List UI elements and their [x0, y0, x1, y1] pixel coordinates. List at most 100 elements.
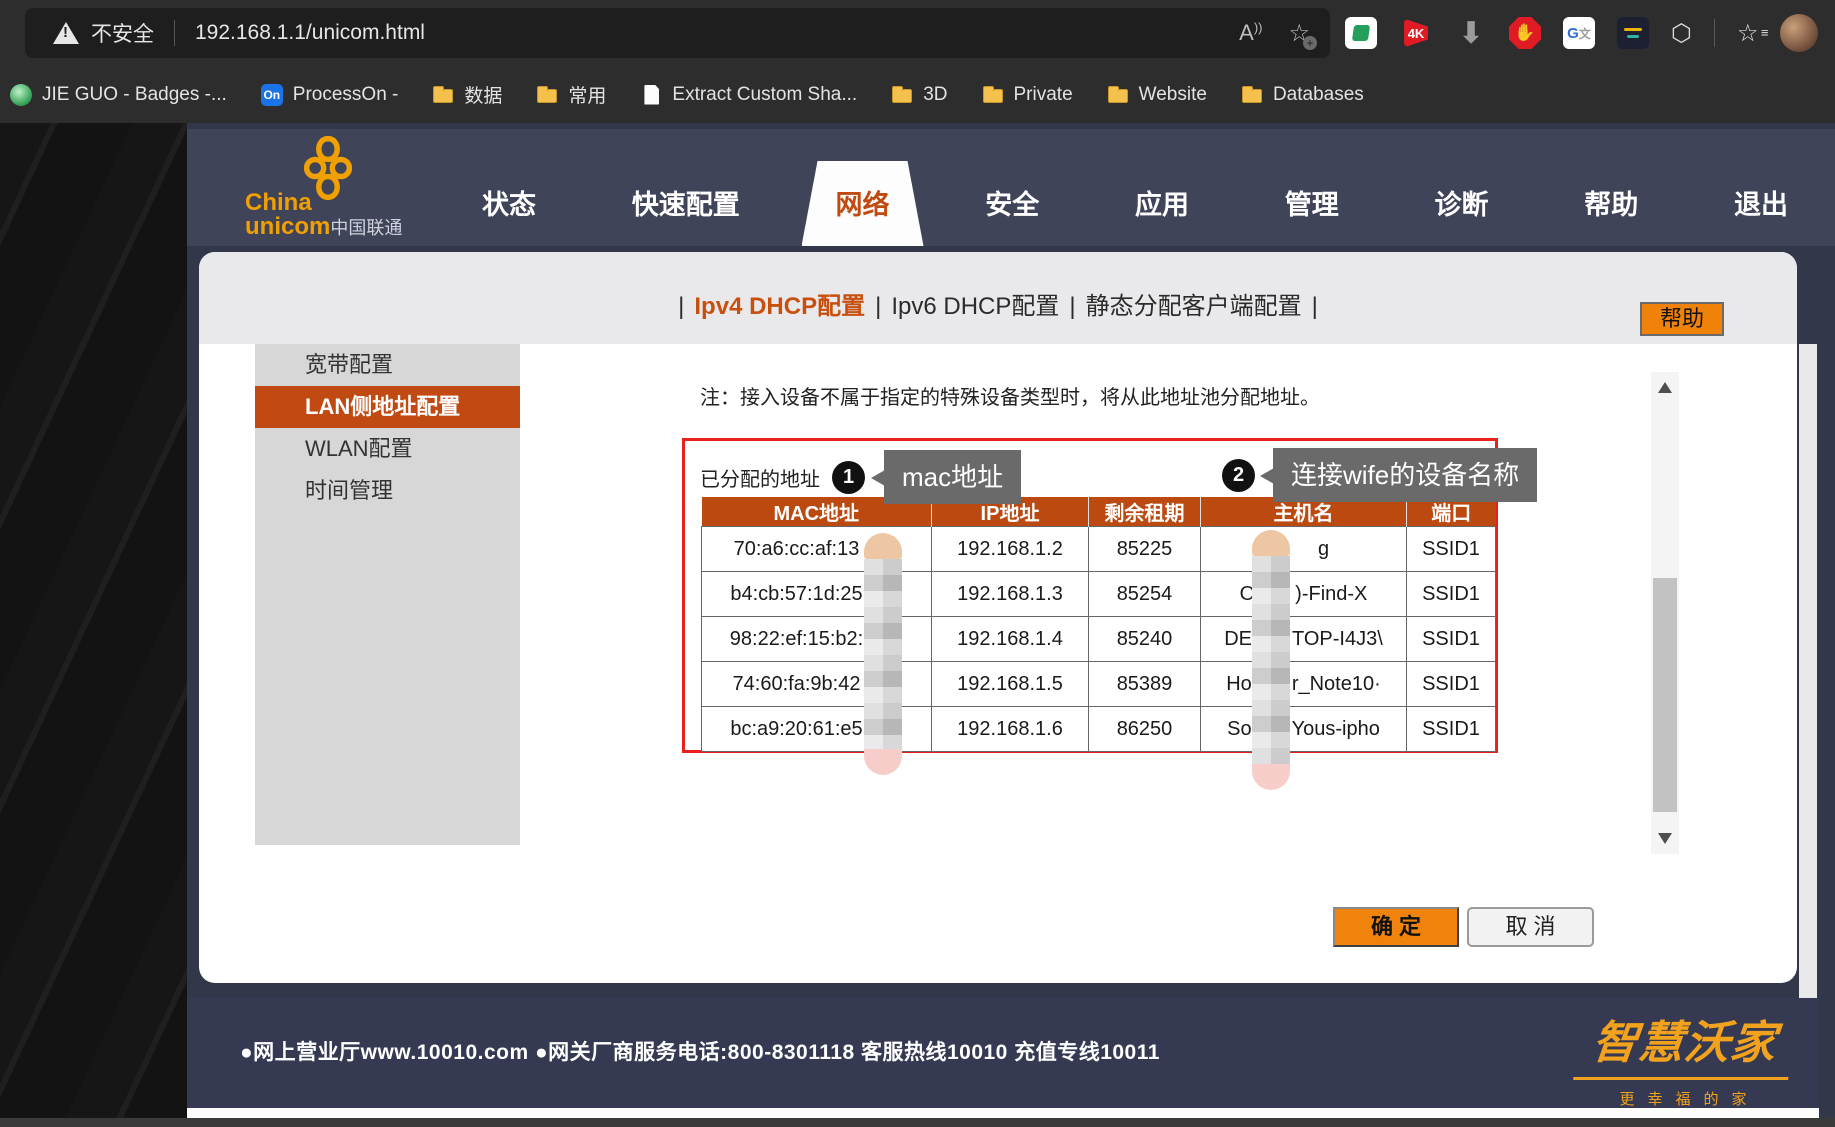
content-scrollbar[interactable]	[1651, 372, 1679, 854]
folder-icon	[432, 84, 454, 106]
help-button[interactable]: 帮助	[1640, 302, 1724, 336]
tab-label: 应用	[1135, 190, 1189, 220]
adblock-extension-icon[interactable]: ✋	[1509, 17, 1541, 49]
table-cell: SSID1	[1406, 661, 1496, 707]
tab-label: 退出	[1734, 190, 1788, 220]
scrollbar-thumb[interactable]	[1653, 578, 1677, 812]
tab-退出[interactable]: 退出	[1722, 165, 1800, 246]
bookmark-item[interactable]: JIE GUO - Badges -...	[10, 83, 227, 106]
tab-诊断[interactable]: 诊断	[1423, 165, 1501, 246]
subnav-item[interactable]: Ipv6 DHCP配置	[891, 293, 1059, 320]
bookmark-item[interactable]: 3D	[891, 84, 948, 106]
folder-icon	[1107, 84, 1129, 106]
note-text: 注：接入设备不属于指定的特殊设备类型时，将从此地址池分配地址。	[700, 387, 1320, 409]
toolbar-divider	[1713, 19, 1715, 47]
sidebar-item-LAN侧地址配置[interactable]: LAN侧地址配置	[255, 386, 520, 428]
annotation-tooltip-device: 连接wife的设备名称	[1259, 448, 1538, 502]
table-title: 已分配的地址	[700, 469, 820, 491]
not-secure-label: 不安全	[91, 23, 154, 46]
subnav-item[interactable]: Ipv4 DHCP配置	[694, 293, 865, 320]
bookmark-item[interactable]: Private	[982, 84, 1073, 106]
subnav: | Ipv4 DHCP配置 | Ipv6 DHCP配置 | 静态分配客户端配置 |	[199, 286, 1797, 321]
tab-安全[interactable]: 安全	[973, 165, 1051, 246]
table-cell: 85240	[1088, 616, 1201, 662]
footer-info-line: ●网上营业厅www.10010.com ●网关厂商服务电话:800-830111…	[240, 1041, 1160, 1064]
tab-label: 帮助	[1584, 190, 1639, 220]
bookmark-item[interactable]: Website	[1107, 84, 1207, 106]
router-header: China unicom中国联通 状态 快速配置 网络 安全 应用 管理 诊断 帮助 退出	[187, 129, 1835, 246]
bookmark-item[interactable]: Extract Custom Sha...	[640, 84, 857, 106]
page-background-left	[0, 123, 187, 1127]
sidebar: 宽带配置 LAN侧地址配置 WLAN配置 时间管理	[255, 344, 520, 845]
tab-帮助[interactable]: 帮助	[1572, 165, 1650, 246]
bookmarks-bar: JIE GUO - Badges -... On ProcessOn - 数据 常用 Ex…	[0, 66, 1835, 123]
censor-strip-mac	[864, 533, 902, 775]
tab-快速配置[interactable]: 快速配置	[620, 165, 752, 246]
sidebar-item-宽带配置[interactable]: 宽带配置	[255, 344, 520, 386]
sidebar-item-时间管理[interactable]: 时间管理	[255, 470, 520, 512]
table-cell: g	[1200, 526, 1407, 572]
china-unicom-logo: China unicom中国联通	[245, 135, 435, 241]
browser-toolbar: 不安全 192.168.1.1/unicom.html A)) ☆+ 4K ⬇ …	[0, 0, 1835, 66]
tab-label: 诊断	[1434, 190, 1489, 220]
bookmark-item[interactable]: 常用	[536, 81, 606, 108]
censor-strip-hostname	[1252, 530, 1290, 790]
table-row: 70:a6:cc:af:13 192.168.1.2 85225 g SSID1	[701, 526, 1496, 572]
table-cell: SSID1	[1406, 616, 1496, 662]
tab-应用[interactable]: 应用	[1123, 165, 1201, 246]
column-header: 剩余租期	[1088, 497, 1201, 527]
folder-icon	[536, 84, 558, 106]
add-favorite-icon[interactable]: ☆ +	[1288, 19, 1317, 50]
tab-label: 网络	[835, 190, 890, 220]
main-nav-tabs: 状态 快速配置 网络 安全 应用 管理 诊断 帮助 退出	[470, 165, 1800, 246]
cancel-button[interactable]: 取 消	[1467, 907, 1594, 947]
table-cell: O)-Find-X	[1200, 571, 1407, 617]
scroll-down-arrow[interactable]	[1658, 833, 1672, 844]
dark-reader-extension-icon[interactable]	[1617, 17, 1649, 49]
subnav-separator: |	[678, 293, 685, 320]
extensions-puzzle-icon[interactable]: ⬡	[1671, 19, 1692, 48]
bookmark-item[interactable]: Databases	[1241, 84, 1364, 106]
tab-状态[interactable]: 状态	[470, 165, 548, 246]
download-extension-icon[interactable]: ⬇	[1455, 17, 1487, 50]
notes-extension-icon[interactable]	[1345, 17, 1377, 49]
annotation-tooltip-mac: mac地址	[870, 450, 1022, 504]
translate-extension-icon[interactable]: G文	[1563, 17, 1595, 49]
confirm-button[interactable]: 确 定	[1333, 907, 1459, 947]
4k-downloader-extension-icon[interactable]: 4K	[1404, 18, 1428, 48]
tab-管理[interactable]: 管理	[1273, 165, 1351, 246]
address-bar[interactable]: 不安全 192.168.1.1/unicom.html A)) ☆+	[25, 8, 1330, 58]
table-cell: Ho r_Note10·	[1200, 661, 1407, 707]
table-cell: SSID1	[1406, 706, 1496, 752]
table-row: 98:22:ef:15:b2: 192.168.1.4 85240 DE TOP-I4J…	[701, 616, 1496, 662]
url-text[interactable]: 192.168.1.1/unicom.html	[195, 21, 425, 45]
badge-icon	[10, 83, 32, 106]
table-cell: SSID1	[1406, 571, 1496, 617]
table-cell: DE TOP-I4J3\	[1200, 616, 1407, 662]
bookmark-item[interactable]: On ProcessOn -	[260, 83, 398, 106]
sidebar-item-WLAN配置[interactable]: WLAN配置	[255, 428, 520, 470]
table-row: bc:a9:20:61:e5 192.168.1.6 86250 So Yous-iph…	[701, 706, 1496, 752]
table-cell: 192.168.1.3	[931, 571, 1089, 617]
bookmark-label: 数据	[464, 86, 503, 107]
bookmark-label: Private	[1013, 83, 1073, 105]
profile-avatar[interactable]	[1780, 14, 1819, 52]
tab-label: 管理	[1284, 190, 1339, 220]
table-cell: 85254	[1088, 571, 1201, 617]
subnav-item[interactable]: 静态分配客户端配置	[1086, 293, 1302, 320]
favorites-list-icon[interactable]: ☆ ≡	[1737, 19, 1768, 48]
bookmark-label: Extract Custom Sha...	[672, 83, 858, 105]
bookmark-item[interactable]: 数据	[432, 81, 502, 108]
tab-网络[interactable]: 网络	[824, 165, 902, 246]
table-row: b4:cb:57:1d:25 192.168.1.3 85254 O)-Find-X S…	[701, 571, 1496, 617]
table-cell: 85389	[1088, 661, 1201, 707]
scroll-up-arrow[interactable]	[1658, 382, 1672, 393]
table-cell: 85225	[1088, 526, 1201, 572]
bookmark-label: JIE GUO - Badges -...	[42, 83, 227, 105]
table-cell: 192.168.1.2	[931, 526, 1089, 572]
bookmark-label: 常用	[568, 86, 607, 107]
read-aloud-icon[interactable]: A))	[1239, 20, 1262, 46]
address-separator	[174, 20, 175, 46]
folder-icon	[982, 84, 1004, 106]
folder-icon	[1241, 84, 1263, 106]
